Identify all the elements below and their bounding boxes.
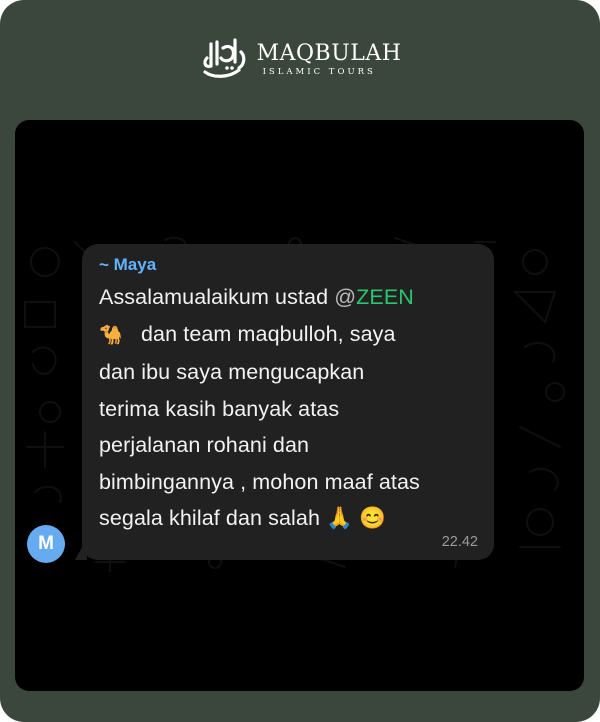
mention[interactable]: @ZEEN xyxy=(334,285,414,309)
testimonial-card: MAQBULAH ISLAMIC TOURS ~ Maya Assalamual… xyxy=(0,0,600,722)
message-bubble[interactable]: ~ Maya Assalamualaikum ustad @ZEEN 🐪 dan… xyxy=(82,244,494,560)
message-text: Assalamualaikum ustad @ZEEN 🐪 dan team m… xyxy=(99,279,476,537)
brand-wordmark: MAQBULAH ISLAMIC TOURS xyxy=(257,42,402,78)
message-line-7: segala khilaf dan salah xyxy=(99,506,321,530)
brand-logo: MAQBULAH ISLAMIC TOURS xyxy=(0,30,600,90)
message-line-6: bimbingannya , mohon maaf atas xyxy=(99,469,420,494)
chat-screenshot: ~ Maya Assalamualaikum ustad @ZEEN 🐪 dan… xyxy=(15,120,584,691)
avatar[interactable]: M xyxy=(27,525,65,563)
pray-smile-emoji: 🙏 😊 xyxy=(326,506,386,530)
avatar-initial: M xyxy=(38,533,54,554)
message-line-2: dan team maqbulloh, saya xyxy=(141,321,396,346)
message-timestamp: 22.42 xyxy=(441,534,478,550)
calligraphy-logo-icon xyxy=(202,38,245,78)
brand-name: MAQBULAH xyxy=(256,41,402,66)
sender-name[interactable]: ~ Maya xyxy=(99,255,476,275)
message-line-1: Assalamualaikum ustad xyxy=(99,285,329,309)
message-line-5: perjalanan rohani dan xyxy=(99,433,310,457)
camel-emoji: 🐪 xyxy=(99,324,123,346)
brand-subtitle: ISLAMIC TOURS xyxy=(262,67,376,77)
message-line-4: terima kasih banyak atas xyxy=(99,396,340,421)
mention-name: ZEEN xyxy=(356,285,414,309)
message-line-3: dan ibu saya mengucapkan xyxy=(99,360,365,384)
mention-at-symbol: @ xyxy=(334,285,357,309)
